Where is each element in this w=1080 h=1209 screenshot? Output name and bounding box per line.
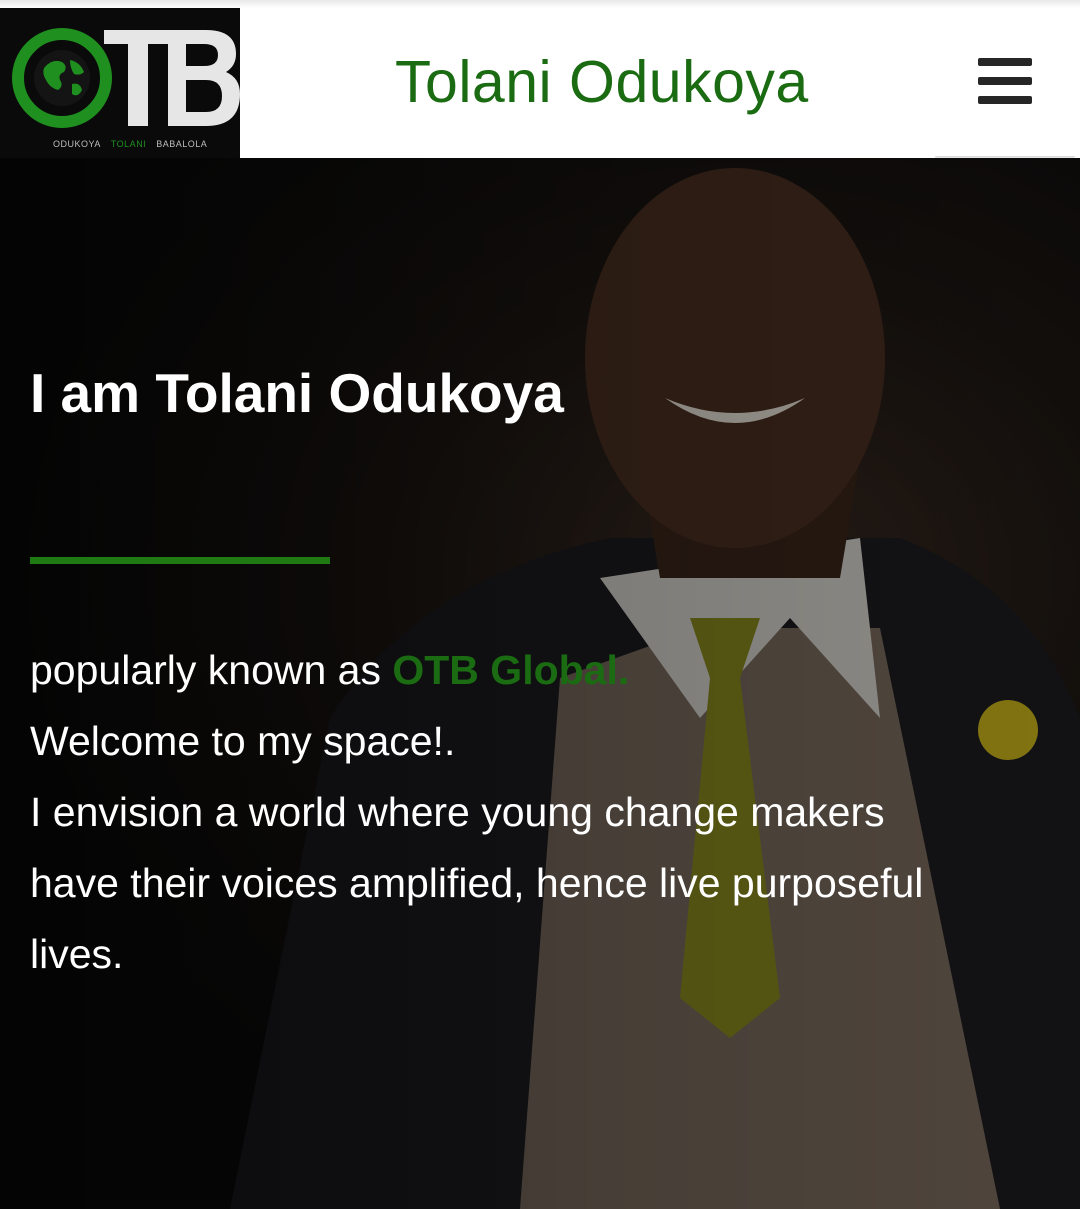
top-bar: ODUKOYA TOLANI BABALOLA Tolani Odukoya <box>0 0 1080 158</box>
hamburger-bar <box>978 77 1032 85</box>
logo-sub-left: ODUKOYA <box>53 139 101 149</box>
site-title[interactable]: Tolani Odukoya <box>395 48 809 116</box>
logo-sub-mid: TOLANI <box>110 139 147 149</box>
intro-prefix: popularly known as <box>30 647 393 693</box>
logo-subtitle: ODUKOYA TOLANI BABALOLA <box>0 139 240 149</box>
hero-intro: popularly known as OTB Global. Welcome t… <box>30 635 960 990</box>
intro-vision: I envision a world where young change ma… <box>30 789 924 977</box>
site-logo[interactable]: ODUKOYA TOLANI BABALOLA <box>0 8 240 158</box>
hamburger-menu-icon <box>978 58 1032 66</box>
top-edge <box>0 0 1080 8</box>
brand-name: OTB Global. <box>392 647 630 693</box>
hamburger-bar <box>978 96 1032 104</box>
heading-divider <box>30 557 330 564</box>
intro-line-1: popularly known as OTB Global. <box>30 635 960 706</box>
logo-sub-right: BABALOLA <box>156 139 208 149</box>
otb-logo-icon <box>12 28 240 128</box>
intro-welcome: Welcome to my space!. <box>30 718 456 764</box>
hamburger-menu-button[interactable] <box>978 58 1032 104</box>
hero-heading: I am Tolani Odukoya <box>30 362 564 424</box>
hero-section: I am Tolani Odukoya popularly known as O… <box>0 158 1080 1209</box>
